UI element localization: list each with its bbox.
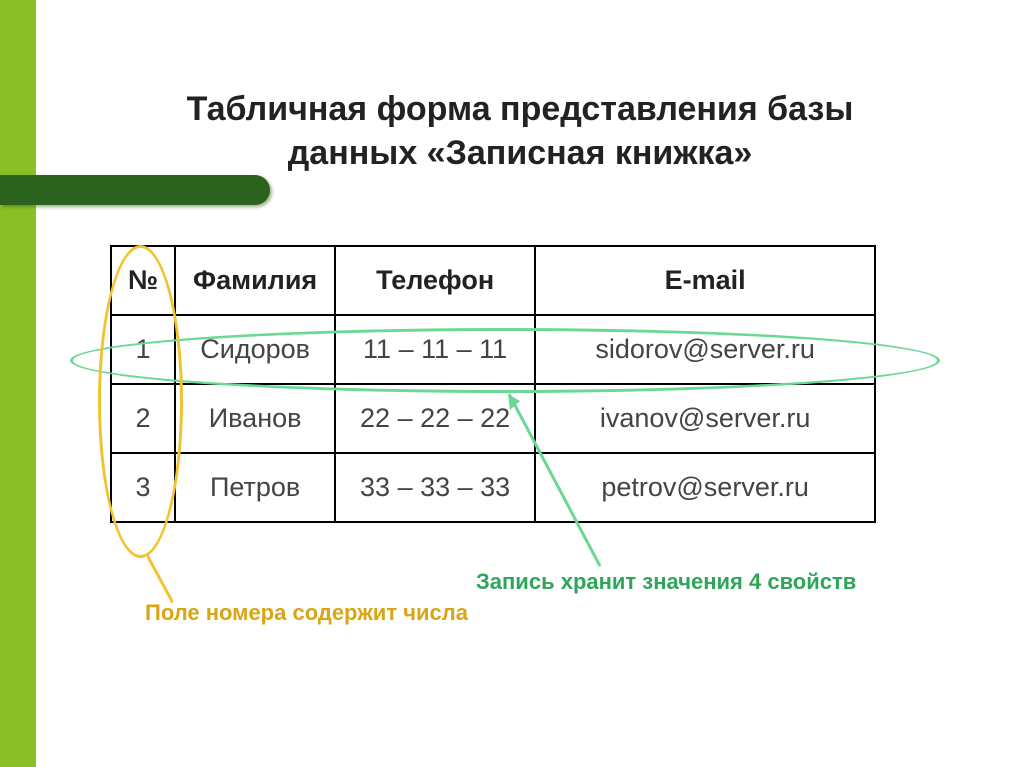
cell-surname: Петров (175, 453, 335, 522)
cell-email: petrov@server.ru (535, 453, 875, 522)
cell-num: 1 (111, 315, 175, 384)
cell-phone: 33 – 33 – 33 (335, 453, 535, 522)
cell-surname: Иванов (175, 384, 335, 453)
cell-phone: 22 – 22 – 22 (335, 384, 535, 453)
cell-surname: Сидоров (175, 315, 335, 384)
col-header-phone: Телефон (335, 246, 535, 315)
record-callout-text: Запись хранит значения 4 свойств (476, 569, 856, 595)
cell-num: 3 (111, 453, 175, 522)
cell-email: ivanov@server.ru (535, 384, 875, 453)
data-table: № Фамилия Телефон E-mail 1 Сидоров 11 – … (110, 245, 876, 523)
col-header-num: № (111, 246, 175, 315)
table-header-row: № Фамилия Телефон E-mail (111, 246, 875, 315)
cell-phone: 11 – 11 – 11 (335, 315, 535, 384)
table-row: 3 Петров 33 – 33 – 33 petrov@server.ru (111, 453, 875, 522)
field-callout-text: Поле номера содержит числа (145, 600, 468, 626)
table-row: 1 Сидоров 11 – 11 – 11 sidorov@server.ru (111, 315, 875, 384)
left-accent-bar (0, 0, 36, 767)
title-underline-pill (0, 175, 270, 205)
slide-title: Табличная форма представления базы данны… (120, 88, 920, 175)
col-header-surname: Фамилия (175, 246, 335, 315)
cell-email: sidorov@server.ru (535, 315, 875, 384)
data-table-wrap: № Фамилия Телефон E-mail 1 Сидоров 11 – … (110, 245, 876, 523)
field-callout-connector (147, 555, 173, 603)
table-row: 2 Иванов 22 – 22 – 22 ivanov@server.ru (111, 384, 875, 453)
col-header-email: E-mail (535, 246, 875, 315)
cell-num: 2 (111, 384, 175, 453)
